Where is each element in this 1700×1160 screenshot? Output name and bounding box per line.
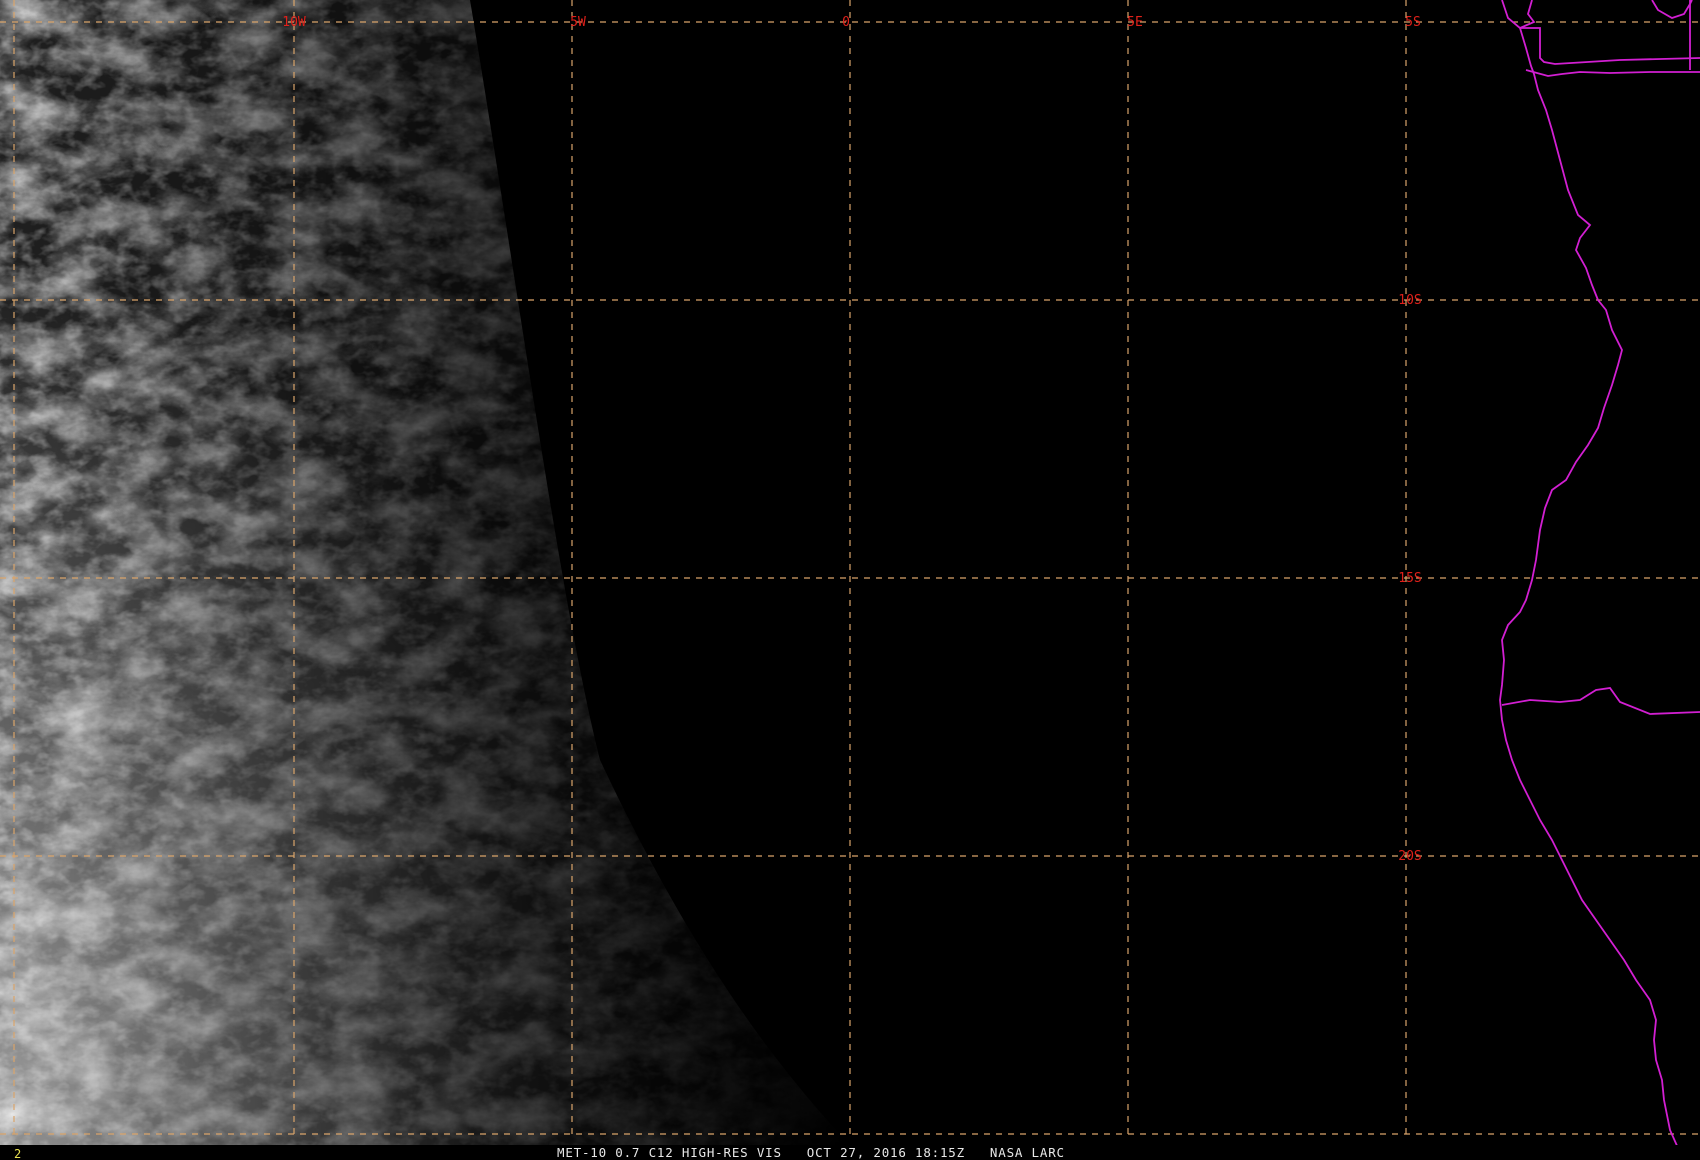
label-0: 0 [842,15,850,30]
image-caption: MET-10 0.7 C12 HIGH-RES VIS OCT 27, 2016… [557,1145,1065,1160]
label-10w: 10W [282,15,306,30]
label-5e: 5E [1127,15,1143,30]
cloud-field [0,0,900,1145]
satellite-map: 10W 5W 0 5E 5S 10S 15S 20S 2 MET-10 0.7 … [0,0,1700,1160]
label-20s: 20S [1398,849,1421,864]
label-5w: 5W [570,15,586,30]
label-10s: 10S [1398,293,1421,308]
label-5s: 5S [1405,15,1421,30]
label-15s: 15S [1398,571,1421,586]
frame-number: 2 [14,1147,21,1160]
satellite-image-viewer: 10W 5W 0 5E 5S 10S 15S 20S 2 MET-10 0.7 … [0,0,1700,1160]
